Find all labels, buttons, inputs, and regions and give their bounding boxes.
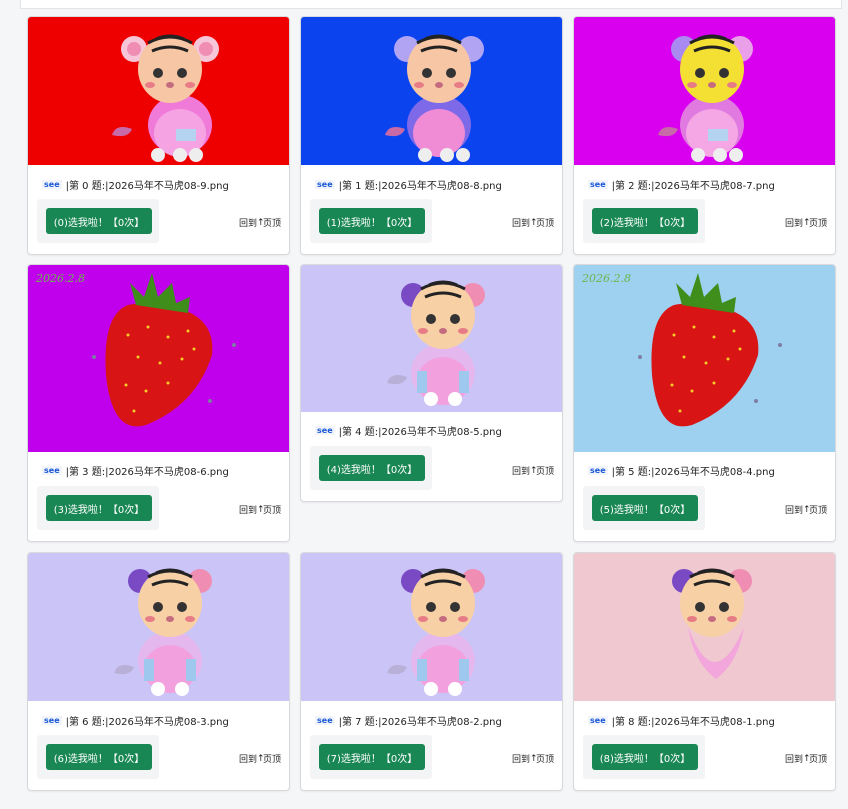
entry-card-4: see |第 4 题:|2026马年不马虎08-5.png (4)选我啦！【0次…: [300, 264, 563, 502]
entry-card-6: see |第 6 题:|2026马年不马虎08-3.png (6)选我啦！【0次…: [27, 552, 290, 791]
back-to-top-label-a: 回到: [238, 506, 257, 516]
back-to-top-link[interactable]: 回到 ↑ 页顶: [511, 752, 554, 766]
entry-image-tiger-blue[interactable]: [301, 17, 562, 165]
entry-caption: see |第 8 题:|2026马年不马虎08-1.png: [588, 713, 775, 728]
back-to-top-label-b: 页顶: [808, 219, 827, 229]
entry-title: |第 8 题:|2026马年不马虎08-1.png: [611, 717, 775, 728]
back-to-top-label-a: 回到: [784, 219, 803, 229]
entry-card-8: see |第 8 题:|2026马年不马虎08-1.png (8)选我啦！【0次…: [573, 552, 836, 791]
vote-button-1[interactable]: (1)选我啦！【0次】: [319, 208, 425, 234]
entry-image-strawberry-purple[interactable]: 2026.2.8: [28, 265, 289, 452]
top-panel-edge: [20, 0, 842, 9]
back-to-top-label-b: 页顶: [808, 506, 827, 516]
entry-image-tiger-magenta[interactable]: [574, 17, 835, 165]
handwritten-date-mark: 2026.2.8: [35, 272, 85, 285]
vote-area: (1)选我啦！【0次】: [310, 199, 432, 243]
entry-caption: see |第 3 题:|2026马年不马虎08-6.png: [42, 463, 229, 478]
entry-image-tiger-red[interactable]: [28, 17, 289, 165]
back-to-top-link[interactable]: 回到 ↑ 页顶: [511, 216, 554, 230]
see-link[interactable]: see: [588, 716, 608, 725]
back-to-top-label-a: 回到: [784, 755, 803, 765]
back-to-top-label-b: 页顶: [535, 467, 554, 477]
vote-area: (2)选我啦！【0次】: [583, 199, 705, 243]
entry-caption: see |第 6 题:|2026马年不马虎08-3.png: [42, 713, 229, 728]
see-link[interactable]: see: [315, 180, 335, 189]
entry-title: |第 1 题:|2026马年不马虎08-8.png: [338, 181, 502, 192]
back-to-top-label-b: 页顶: [262, 219, 281, 229]
back-to-top-label-b: 页顶: [535, 219, 554, 229]
entry-card-1: see |第 1 题:|2026马年不马虎08-8.png (1)选我啦！【0次…: [300, 16, 563, 255]
entry-title: |第 5 题:|2026马年不马虎08-4.png: [611, 467, 775, 478]
back-to-top-link[interactable]: 回到 ↑ 页顶: [511, 464, 554, 478]
vote-button-8[interactable]: (8)选我啦！【0次】: [592, 744, 698, 770]
entry-card-5: 2026.2.8 see |第 5 题:|2026马年不马虎08-4.png (…: [573, 264, 836, 542]
see-link[interactable]: see: [588, 180, 608, 189]
entry-image-tiger-lavender[interactable]: [301, 265, 562, 412]
entry-image-tiger-pink[interactable]: [574, 553, 835, 701]
entry-title: |第 7 题:|2026马年不马虎08-2.png: [338, 717, 502, 728]
back-to-top-link[interactable]: 回到 ↑ 页顶: [238, 503, 281, 517]
entry-caption: see |第 0 题:|2026马年不马虎08-9.png: [42, 177, 229, 192]
see-link[interactable]: see: [42, 716, 62, 725]
vote-button-6[interactable]: (6)选我啦！【0次】: [46, 744, 152, 770]
see-link[interactable]: see: [42, 180, 62, 189]
entry-title: |第 4 题:|2026马年不马虎08-5.png: [338, 427, 502, 438]
back-to-top-label-a: 回到: [784, 506, 803, 516]
see-link[interactable]: see: [315, 426, 335, 435]
entry-title: |第 0 题:|2026马年不马虎08-9.png: [65, 181, 229, 192]
see-link[interactable]: see: [315, 716, 335, 725]
entry-title: |第 2 题:|2026马年不马虎08-7.png: [611, 181, 775, 192]
entry-title: |第 6 题:|2026马年不马虎08-3.png: [65, 717, 229, 728]
vote-area: (0)选我啦！【0次】: [37, 199, 159, 243]
vote-area: (3)选我啦！【0次】: [37, 486, 159, 530]
back-to-top-label-a: 回到: [238, 755, 257, 765]
entry-card-2: see |第 2 题:|2026马年不马虎08-7.png (2)选我啦！【0次…: [573, 16, 836, 255]
see-link[interactable]: see: [42, 466, 62, 475]
entry-card-3: 2026.2.8 see |第 3 题:|2026马年不马虎08-6.png (…: [27, 264, 290, 542]
see-link[interactable]: see: [588, 466, 608, 475]
entry-image-tiger-lavender-2[interactable]: [28, 553, 289, 701]
back-to-top-label-a: 回到: [238, 219, 257, 229]
back-to-top-label-b: 页顶: [808, 755, 827, 765]
back-to-top-link[interactable]: 回到 ↑ 页顶: [784, 752, 827, 766]
vote-button-5[interactable]: (5)选我啦！【0次】: [592, 495, 698, 521]
vote-area: (6)选我啦！【0次】: [37, 735, 159, 779]
vote-button-0[interactable]: (0)选我啦！【0次】: [46, 208, 152, 234]
back-to-top-link[interactable]: 回到 ↑ 页顶: [784, 216, 827, 230]
back-to-top-link[interactable]: 回到 ↑ 页顶: [238, 216, 281, 230]
entry-title: |第 3 题:|2026马年不马虎08-6.png: [65, 467, 229, 478]
back-to-top-link[interactable]: 回到 ↑ 页顶: [238, 752, 281, 766]
entry-caption: see |第 5 题:|2026马年不马虎08-4.png: [588, 463, 775, 478]
entry-image-strawberry-skyblue[interactable]: 2026.2.8: [574, 265, 835, 452]
vote-area: (4)选我啦！【0次】: [310, 446, 432, 490]
back-to-top-link[interactable]: 回到 ↑ 页顶: [784, 503, 827, 517]
entry-caption: see |第 4 题:|2026马年不马虎08-5.png: [315, 423, 502, 438]
back-to-top-label-a: 回到: [511, 219, 530, 229]
back-to-top-label-b: 页顶: [535, 755, 554, 765]
entry-caption: see |第 2 题:|2026马年不马虎08-7.png: [588, 177, 775, 192]
back-to-top-label-b: 页顶: [262, 755, 281, 765]
vote-button-2[interactable]: (2)选我啦！【0次】: [592, 208, 698, 234]
vote-area: (5)选我啦！【0次】: [583, 486, 705, 530]
handwritten-date-mark: 2026.2.8: [581, 272, 631, 285]
back-to-top-label-a: 回到: [511, 467, 530, 477]
back-to-top-label-b: 页顶: [262, 506, 281, 516]
vote-area: (8)选我啦！【0次】: [583, 735, 705, 779]
entry-caption: see |第 7 题:|2026马年不马虎08-2.png: [315, 713, 502, 728]
entry-image-tiger-lavender-3[interactable]: [301, 553, 562, 701]
back-to-top-label-a: 回到: [511, 755, 530, 765]
vote-area: (7)选我啦！【0次】: [310, 735, 432, 779]
entry-caption: see |第 1 题:|2026马年不马虎08-8.png: [315, 177, 502, 192]
entry-card-0: see |第 0 题:|2026马年不马虎08-9.png (0)选我啦！【0次…: [27, 16, 290, 255]
vote-button-7[interactable]: (7)选我啦！【0次】: [319, 744, 425, 770]
vote-button-3[interactable]: (3)选我啦！【0次】: [46, 495, 152, 521]
vote-button-4[interactable]: (4)选我啦！【0次】: [319, 455, 425, 481]
entry-card-7: see |第 7 题:|2026马年不马虎08-2.png (7)选我啦！【0次…: [300, 552, 563, 791]
